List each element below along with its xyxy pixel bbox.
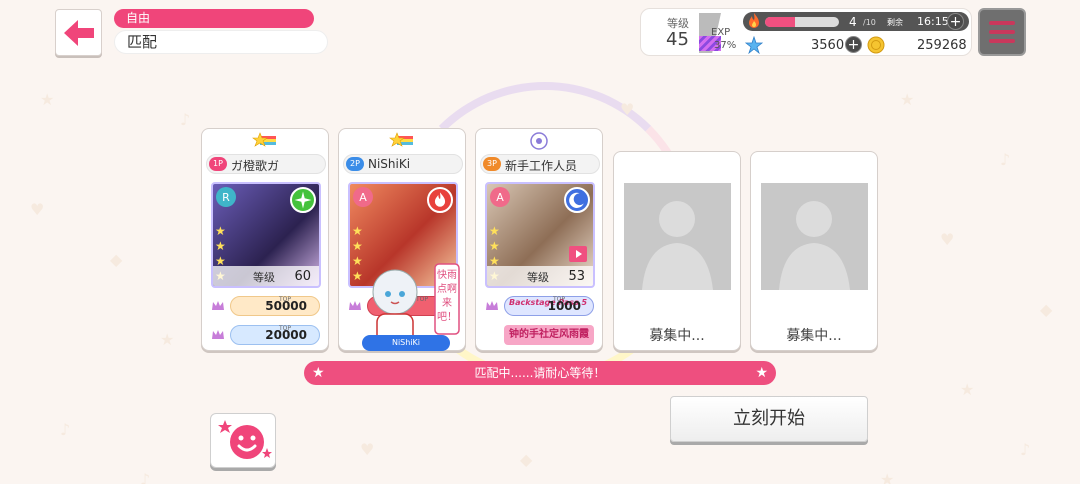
matching-status-text: 匹配中......请耐心等待！ [474, 366, 606, 380]
attribute-cool-icon [564, 187, 590, 213]
mode-panel: 自由 匹配 [114, 9, 328, 55]
start-now-button[interactable]: 立刻开始 [670, 396, 868, 442]
menu-icon-bar [989, 30, 1015, 34]
placeholder-avatar-icon [761, 183, 868, 290]
background-decoration-shape: ★ [160, 330, 175, 349]
background-decoration-shape: ♥ [940, 230, 955, 249]
menu-icon-bar [989, 21, 1015, 25]
player-card-1[interactable]: 1P ガ橙歌ガ R ★★★★ 等级 60 TOP 50000 TOP 20000 [201, 128, 329, 351]
back-button[interactable] [55, 9, 102, 56]
placeholder-avatar-icon [624, 183, 731, 290]
player-name-bar: 2P NiShiKi [343, 154, 463, 174]
remaining-time: 16:15 [917, 15, 949, 28]
leader-card-art: A ★★★★ 等级 53 [485, 182, 595, 288]
svg-text:A: A [359, 191, 367, 204]
background-decoration-shape: ★ [40, 90, 55, 109]
matching-status-banner: ★ 匹配中......请耐心等待！ ★ [304, 361, 776, 385]
sticker-text-1: 快雨 [437, 269, 457, 281]
empty-slot-4: 募集中... [613, 151, 741, 351]
score-value: 1000 [547, 299, 581, 313]
card-level-value: 60 [294, 269, 311, 284]
crown-icon [212, 301, 224, 310]
crown-icon [212, 330, 224, 339]
background-decoration-shape: ♪ [60, 420, 71, 439]
background-decoration-shape: ◆ [520, 450, 533, 469]
stamina-max: /10 [863, 18, 876, 27]
stamina-count: 4 [849, 15, 857, 29]
background-decoration-shape: ◆ [110, 250, 123, 269]
background-decoration-shape: ★ [960, 380, 975, 399]
svg-text:R: R [222, 191, 230, 204]
mode-tag: 自由 [114, 9, 314, 28]
menu-icon-bar [989, 39, 1015, 43]
rainbow-star-badge-icon [252, 132, 276, 147]
leader-card-art: R ★★★★ 等级 60 [211, 182, 321, 288]
star-gem-icon [745, 36, 763, 54]
coin-icon [867, 36, 885, 54]
attribute-pure-icon [290, 187, 316, 213]
star-icon: ★ [755, 365, 768, 381]
star-icon: ★ [312, 365, 325, 381]
mode-title: 匹配 [114, 30, 328, 54]
background-decoration-shape: ♪ [180, 110, 191, 129]
background-decoration-shape: ♪ [1020, 440, 1031, 459]
add-stamina-button[interactable]: + [947, 13, 964, 30]
star-gem-count: 3560 [811, 38, 845, 53]
flower-badge-icon [530, 132, 548, 150]
exp-percent: 37% [714, 40, 737, 51]
score-value: 50000 [265, 299, 307, 313]
empty-slot-5: 募集中... [750, 151, 878, 351]
play-icon [569, 246, 587, 262]
slot-badge: 2P [346, 157, 364, 171]
arrow-left-icon [63, 19, 94, 46]
player-name: NiShiKi [368, 157, 411, 171]
player-name: 新手工作人员 [505, 159, 578, 173]
background-decoration-shape: ◆ [1040, 300, 1053, 319]
band-logo-icon: A [490, 187, 510, 207]
sticker-text-4: 吧！ [437, 312, 457, 323]
rainbow-star-badge-icon [389, 132, 413, 147]
title-pill: 钟的手社定风雨霞 [504, 325, 594, 345]
background-decoration-shape: ♥ [360, 440, 375, 459]
player-name: ガ橙歌ガ [231, 159, 280, 173]
band-logo-icon: R [216, 187, 236, 207]
flame-icon [749, 13, 759, 28]
recruiting-label: 募集中... [786, 328, 842, 344]
stamina-bar-fill [765, 17, 795, 27]
band-logo-icon: A [353, 187, 373, 207]
attribute-powerful-icon [427, 187, 453, 213]
remaining-label: 剩余 [887, 18, 903, 27]
coin-count: 259268 [917, 38, 967, 53]
sticker-name-tag: NiShiKi [362, 335, 450, 351]
exp-label: EXP [711, 27, 731, 38]
background-decoration-shape: ♪ [140, 470, 151, 484]
stamp-button[interactable] [210, 413, 276, 468]
background-decoration-shape: ★ [900, 90, 915, 109]
card-level-value: 53 [568, 269, 585, 284]
score-pill-2: TOP 20000 [230, 325, 320, 345]
background-decoration-shape: ♥ [620, 100, 635, 119]
score-value-2: 20000 [265, 328, 307, 342]
player-status-panel: 等级 45 EXP 37% 4 /10 剩余 16:15 + 3560 + 25… [640, 8, 972, 56]
sticker-text-3: 来 [442, 297, 452, 309]
sticker-text-2: 点啊 [437, 283, 457, 295]
crown-icon [486, 301, 498, 310]
stamina-bar [765, 17, 839, 27]
player-name-bar: 1P ガ橙歌ガ [206, 154, 326, 174]
add-star-gem-button[interactable]: + [845, 36, 862, 53]
background-decoration-shape: ♪ [1000, 150, 1011, 169]
player-name-bar: 3P 新手工作人员 [480, 154, 600, 174]
svg-text:A: A [496, 191, 504, 204]
background-decoration-shape: ★ [880, 470, 895, 484]
slot-badge: 1P [209, 157, 227, 171]
player-card-3[interactable]: 3P 新手工作人员 A ★★★★ 等级 53 Backstage Pass 5 … [475, 128, 603, 351]
score-pill: TOP 50000 [230, 296, 320, 316]
smiley-stamp-icon [218, 420, 272, 459]
score-pill: Backstage Pass 5 TOP 1000 [504, 296, 594, 316]
level-value: 45 [666, 29, 689, 50]
menu-button[interactable] [978, 8, 1026, 56]
background-decoration-shape: ♥ [30, 200, 45, 219]
slot-badge: 3P [483, 157, 501, 171]
recruiting-label: 募集中... [649, 328, 705, 344]
